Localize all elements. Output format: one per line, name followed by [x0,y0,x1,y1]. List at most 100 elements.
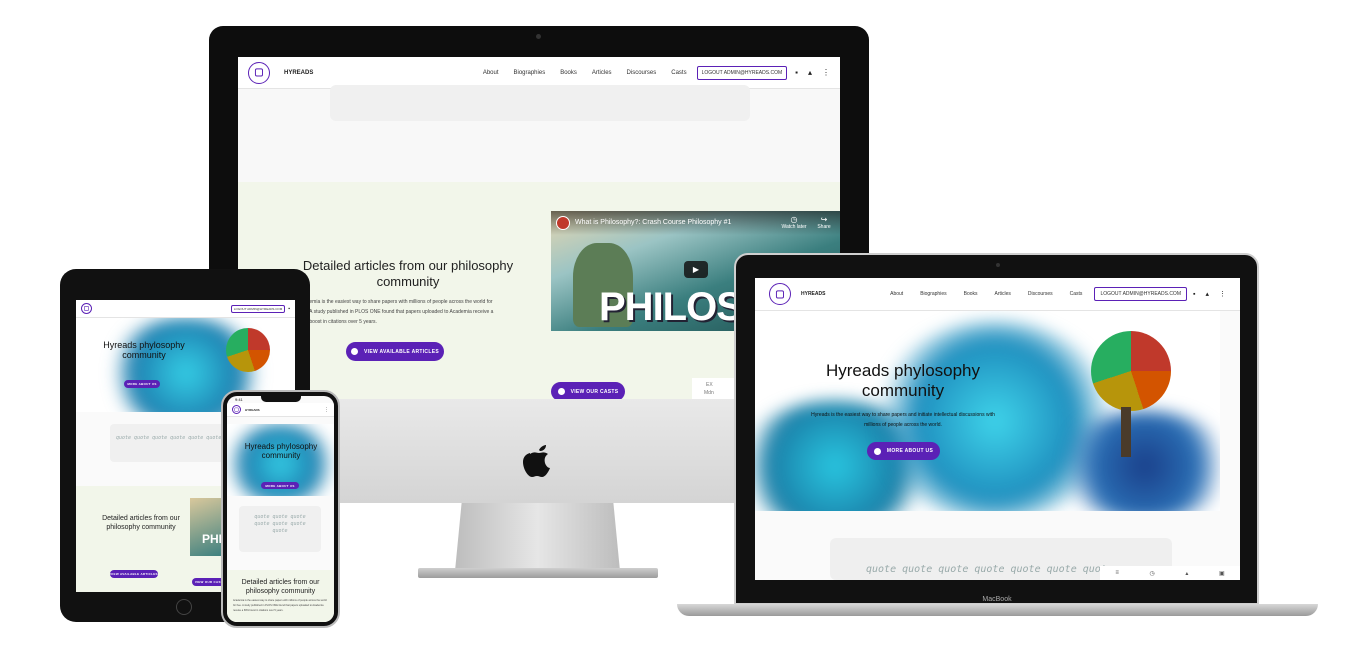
phone-status-time: 9:41 [235,397,243,402]
imac-camera [536,34,541,39]
hyreads-logo-icon[interactable]: ▢ [248,61,270,84]
bottom-bar-item-ex[interactable]: EX [706,382,713,388]
quote-text: quote quote quote quote quote quote quot… [254,514,306,534]
hero-tree-trunk [1121,407,1131,457]
menu-icon[interactable]: ≡ [1115,570,1119,576]
chat-icon[interactable]: ▪ [1193,291,1195,298]
nav-biographies[interactable]: Biographies [514,70,546,76]
nav-links: LOGOUT ADMIN@HYREADS.COM [230,304,288,313]
hyreads-logo-icon[interactable]: ▢ [81,303,92,314]
nav-icons: ▪ ▴ ⋮ [1193,290,1226,299]
hero-title: Hyreads phylosophy community [825,361,981,400]
phone-notch [261,396,301,402]
apple-logo-icon [522,440,556,478]
hero-tree-head-image [1091,331,1171,411]
nav-links: About Biographies Books Articles Discour… [890,287,1193,301]
nav-links: About Biographies Books Articles Discour… [483,65,795,80]
articles-body: Academia is the easiest way to share pap… [298,299,494,325]
more-about-us-label: MORE ABOUT US [886,448,934,454]
bell-icon[interactable]: ▴ [1205,290,1209,298]
laptop-bottom-bar: ≡ ◷ ▴ ▣ [1100,566,1240,580]
logout-button[interactable]: LOGOUT ADMIN@HYREADS.COM [230,304,286,313]
laptop-screen: ▢ HYREADS About Biographies Books Articl… [755,278,1240,580]
more-about-us-label: MORE ABOUT US [265,483,295,488]
laptop-label: MacBook [982,596,1012,603]
more-vert-icon[interactable]: ⋮ [324,407,329,413]
nav-discourses[interactable]: Discourses [1028,291,1053,297]
more-vert-icon[interactable]: ⋮ [822,68,830,77]
more-about-us-button[interactable]: MORE ABOUT US [867,442,940,460]
phone-quote-card: quote quote quote quote quote quote quot… [239,506,321,552]
imac-neck [455,503,620,571]
nav-biographies[interactable]: Biographies [920,291,946,297]
tablet-articles-title: Detailed articles from our philosophy co… [102,515,180,531]
bell-icon[interactable]: ▴ [808,68,812,77]
tablet-tree-head-image [226,328,270,372]
nav-books[interactable]: Books [560,70,577,76]
view-articles-label: VIEW AVAILABLE ARTICLES [110,572,158,576]
clock-icon: ◷ [790,215,798,224]
phone-hero: Hyreads phylosophy community MORE ABOUT … [227,424,334,496]
play-button-icon[interactable]: ▶ [684,261,708,278]
bottom-bar-item-mdn[interactable]: Mdn [704,390,714,396]
nav-books[interactable]: Books [964,291,978,297]
nav-about[interactable]: About [483,70,499,76]
person-icon [351,348,359,355]
nav-casts[interactable]: Casts [671,70,686,76]
nav-articles[interactable]: Articles [592,70,612,76]
articles-title: Detailed articles from our philosophy co… [302,258,514,289]
brand-name: HYREADS [801,291,826,297]
video-title: What is Philosophy?: Crash Course Philos… [575,219,732,226]
bell-icon[interactable]: ▴ [1185,570,1188,577]
phone-articles-title: Detailed articles from our philosophy co… [241,579,320,595]
share-label: Share [817,224,831,230]
laptop-base [677,604,1318,616]
view-casts-label: VIEW OUR CASTS [570,388,619,395]
phone-hero-title: Hyreads phylosophy community [244,442,318,460]
view-casts-button[interactable]: VIEW OUR CASTS [551,382,625,399]
tablet-view-articles-button[interactable]: VIEW AVAILABLE ARTICLES [110,570,158,578]
watch-later-button[interactable]: ◷ Watch later [779,215,809,230]
logout-button[interactable]: LOGOUT ADMIN@HYREADS.COM [1094,287,1187,301]
view-articles-label: VIEW AVAILABLE ARTICLES [364,348,439,355]
hyreads-logo-icon[interactable]: ▢ [232,405,241,414]
brand-name: HYREADS [245,407,260,412]
hero-section: Hyreads phylosophy community Hyreads is … [755,311,1220,511]
person-icon [873,447,881,455]
person-icon [557,388,565,395]
nav-about[interactable]: About [890,291,903,297]
tablet-home-button [176,599,192,615]
imac-foot [418,568,658,578]
logout-button[interactable]: LOGOUT ADMIN@HYREADS.COM [696,65,788,80]
phone-articles: Detailed articles from our philosophy co… [227,570,334,622]
history-icon[interactable]: ◷ [1149,570,1154,577]
quote-card [330,85,750,121]
more-about-us-label: MORE ABOUT US [127,382,157,386]
phone-articles-body: Academia is the easiest way to share pap… [233,599,327,612]
view-articles-button[interactable]: VIEW AVAILABLE ARTICLES [346,342,444,361]
brand-name: HYREADS [284,69,314,76]
laptop-camera [996,263,1000,267]
share-icon: ↪ [820,215,828,224]
hyreads-logo-icon[interactable]: ▢ [769,283,791,305]
nav-articles[interactable]: Articles [995,291,1011,297]
hero-subtitle: Hyreads is the easiest way to share pape… [811,412,995,428]
nav-discourses[interactable]: Discourses [627,70,657,76]
book-icon[interactable]: ▣ [1219,570,1225,577]
nav-casts[interactable]: Casts [1070,291,1083,297]
share-button[interactable]: ↪ Share [813,215,835,230]
phone-screen: 9:41 ▢ HYREADS ⋮ Hyreads phylosophy comm… [227,396,334,622]
more-vert-icon[interactable]: ⋮ [1219,290,1226,298]
channel-avatar-icon [556,216,570,230]
nav-icons: ▪ ▴ ⋮ [795,68,830,77]
watch-later-label: Watch later [781,224,807,230]
laptop-navbar: ▢ HYREADS About Biographies Books Articl… [755,278,1240,311]
phone-navbar: ▢ HYREADS ⋮ [227,403,334,417]
tablet-navbar: ▢ LOGOUT ADMIN@HYREADS.COM ▪ [76,300,295,318]
tablet-hero-title: Hyreads phylosophy community [103,340,185,360]
chat-icon[interactable]: ▪ [288,306,290,312]
quote-text: quote quote quote quote quote quote quot… [866,564,1113,575]
phone-more-button[interactable]: MORE ABOUT US [261,482,299,489]
chat-icon[interactable]: ▪ [795,68,798,77]
tablet-more-button[interactable]: MORE ABOUT US [124,380,160,388]
